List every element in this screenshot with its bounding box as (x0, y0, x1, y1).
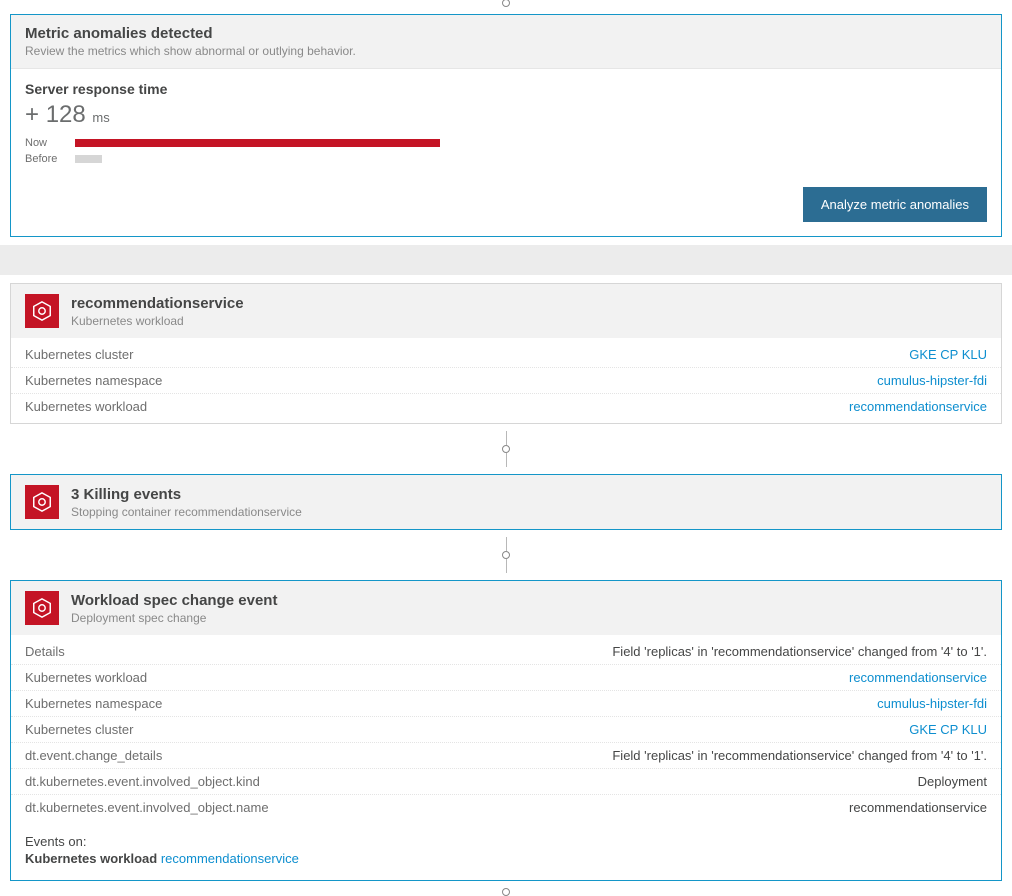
kv-row: Kubernetes cluster GKE CP KLU (11, 342, 1001, 368)
kv-row: dt.event.change_details Field 'replicas' … (11, 743, 1001, 769)
kv-row: Kubernetes workload recommendationservice (11, 394, 1001, 419)
kv-value: Deployment (918, 774, 987, 789)
kv-key: Kubernetes workload (25, 670, 147, 685)
kv-row: Kubernetes workload recommendationservice (11, 665, 1001, 691)
kv-row: Kubernetes namespace cumulus-hipster-fdi (11, 368, 1001, 394)
kubernetes-icon (25, 485, 59, 519)
service-title: recommendationservice (71, 295, 244, 312)
kv-key: Kubernetes cluster (25, 347, 133, 362)
kv-key: Kubernetes cluster (25, 722, 133, 737)
kv-row: dt.kubernetes.event.involved_object.name… (11, 795, 1001, 820)
kv-key: Kubernetes workload (25, 399, 147, 414)
analyze-anomalies-button[interactable]: Analyze metric anomalies (803, 187, 987, 222)
kv-key: Details (25, 644, 65, 659)
workload-title: Workload spec change event (71, 592, 277, 609)
metric-value: + 128 ms (25, 101, 987, 129)
before-label: Before (25, 153, 75, 165)
killing-events-card[interactable]: 3 Killing events Stopping container reco… (10, 474, 1002, 530)
events-on-entity-label: Kubernetes workload (25, 851, 157, 866)
kv-row: Kubernetes namespace cumulus-hipster-fdi (11, 691, 1001, 717)
kv-value: Field 'replicas' in 'recommendationservi… (612, 644, 987, 659)
kv-key: Kubernetes namespace (25, 696, 162, 711)
kv-value-link[interactable]: recommendationservice (849, 670, 987, 685)
metric-anomalies-card: Metric anomalies detected Review the met… (10, 14, 1002, 237)
killing-subtitle: Stopping container recommendationservice (71, 505, 302, 519)
card-header: Metric anomalies detected Review the met… (11, 15, 1001, 69)
workload-spec-change-card: Workload spec change event Deployment sp… (10, 580, 1002, 881)
kv-value-link[interactable]: cumulus-hipster-fdi (877, 696, 987, 711)
kv-value-link[interactable]: GKE CP KLU (909, 347, 987, 362)
kv-value: Field 'replicas' in 'recommendationservi… (612, 748, 987, 763)
kv-value: recommendationservice (849, 800, 987, 815)
now-bar-row: Now (25, 137, 987, 149)
kv-row: dt.kubernetes.event.involved_object.kind… (11, 769, 1001, 795)
kubernetes-icon (25, 591, 59, 625)
card-title: Metric anomalies detected (25, 25, 987, 42)
workload-subtitle: Deployment spec change (71, 611, 277, 625)
killing-title: 3 Killing events (71, 486, 302, 503)
events-on-entity-link[interactable]: recommendationservice (161, 851, 299, 866)
kv-value-link[interactable]: recommendationservice (849, 399, 987, 414)
metric-name: Server response time (25, 81, 987, 97)
now-bar (75, 139, 440, 147)
service-subtitle: Kubernetes workload (71, 314, 244, 328)
before-bar (75, 155, 102, 163)
card-subtitle: Review the metrics which show abnormal o… (25, 44, 987, 58)
kv-key: dt.event.change_details (25, 748, 162, 763)
kv-key: Kubernetes namespace (25, 373, 162, 388)
events-on-section: Events on: Kubernetes workload recommend… (11, 824, 1001, 880)
kv-value-link[interactable]: GKE CP KLU (909, 722, 987, 737)
now-label: Now (25, 137, 75, 149)
before-bar-row: Before (25, 153, 987, 165)
kubernetes-icon (25, 294, 59, 328)
workload-kv-list: Details Field 'replicas' in 'recommendati… (11, 635, 1001, 824)
service-kv-list: Kubernetes cluster GKE CP KLU Kubernetes n… (11, 338, 1001, 423)
service-card: recommendationservice Kubernetes workloa… (10, 283, 1002, 424)
kv-key: dt.kubernetes.event.involved_object.name (25, 800, 269, 815)
kv-row: Details Field 'replicas' in 'recommendati… (11, 639, 1001, 665)
kv-row: Kubernetes cluster GKE CP KLU (11, 717, 1001, 743)
kv-key: dt.kubernetes.event.involved_object.kind (25, 774, 260, 789)
kv-value-link[interactable]: cumulus-hipster-fdi (877, 373, 987, 388)
